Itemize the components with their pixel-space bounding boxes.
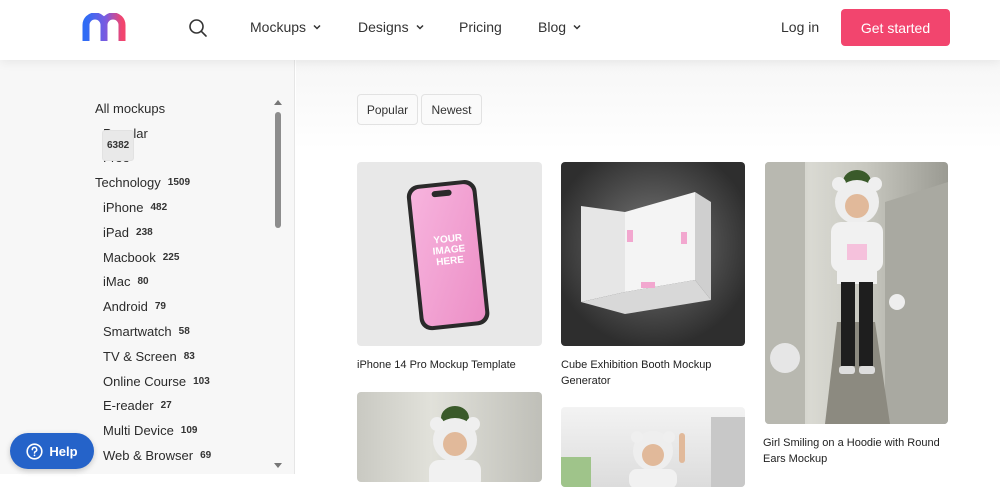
nav-pricing[interactable]: Pricing: [459, 19, 502, 35]
logo-icon[interactable]: [82, 13, 136, 41]
category-label: Smartwatch: [103, 324, 172, 340]
category-count: 109: [180, 425, 198, 437]
filter-newest-button[interactable]: Newest: [421, 94, 482, 125]
chevron-down-icon: [313, 24, 321, 30]
help-button[interactable]: Help: [10, 433, 94, 469]
card-hoodie-image-3[interactable]: [561, 407, 745, 487]
scroll-up-arrow-icon[interactable]: [274, 100, 282, 105]
category-label: Technology: [95, 175, 161, 191]
phone-screen-text: YOUR IMAGE HERE: [422, 231, 475, 269]
nav-mockups[interactable]: Mockups: [250, 19, 322, 35]
chevron-down-icon: [573, 24, 581, 30]
category-count: 58: [178, 326, 190, 338]
category-web-browser[interactable]: Web & Browser 69: [95, 443, 270, 468]
category-count: 482: [150, 202, 168, 214]
category-iphone[interactable]: iPhone 482: [95, 195, 270, 220]
category-count: 69: [200, 450, 212, 462]
category-android[interactable]: Android 79: [95, 294, 270, 319]
category-count: 79: [154, 301, 166, 313]
nav-mockups-label: Mockups: [250, 19, 307, 35]
category-count: 225: [162, 251, 180, 263]
question-circle-icon: [26, 442, 44, 460]
category-count: 1509: [167, 177, 191, 189]
category-ipad[interactable]: iPad 238: [95, 220, 270, 245]
category-label: iPhone: [103, 200, 144, 216]
category-online-course[interactable]: Online Course 103: [95, 369, 270, 394]
main-content: Popular Newest YOUR IMAGE HERE iPhone 14…: [296, 60, 1000, 487]
category-label: Web & Browser: [103, 448, 194, 464]
category-count: 103: [193, 375, 210, 387]
category-count: 238: [136, 226, 153, 238]
card-iphone-title[interactable]: iPhone 14 Pro Mockup Template: [357, 357, 542, 373]
category-count: 83: [183, 350, 195, 362]
category-label: Online Course: [103, 373, 187, 389]
category-imac[interactable]: iMac 80: [95, 270, 270, 295]
nav-blog[interactable]: Blog: [538, 19, 582, 35]
login-link[interactable]: Log in: [781, 19, 819, 35]
card-booth-title[interactable]: Cube Exhibition Booth Mockup Generator: [561, 357, 745, 389]
category-label: Macbook: [103, 249, 156, 265]
category-label: All mockups: [95, 100, 166, 116]
nav-designs[interactable]: Designs: [358, 19, 425, 35]
category-label: E-reader: [103, 398, 154, 414]
girl-hoodie-photo: [429, 406, 481, 482]
help-label: Help: [49, 443, 78, 459]
category-label: Android: [103, 299, 148, 315]
girl-hoodie-photo: [561, 417, 745, 487]
card-iphone-image[interactable]: YOUR IMAGE HERE: [357, 162, 542, 346]
sidebar-scrollbar[interactable]: [273, 100, 283, 474]
category-multi-device[interactable]: Multi Device 109: [95, 418, 270, 443]
card-hoodie-title[interactable]: Girl Smiling on a Hoodie with Round Ears…: [763, 435, 946, 467]
category-label: iPad: [103, 224, 130, 240]
search-icon[interactable]: [187, 17, 209, 39]
card-hoodie-image[interactable]: [765, 162, 948, 424]
category-sidebar: All mockups 6382 Popular Free Technology…: [0, 60, 295, 474]
category-label: iMac: [103, 274, 131, 290]
nav-blog-label: Blog: [538, 19, 567, 35]
category-list: All mockups 6382 Popular Free Technology…: [95, 96, 270, 468]
girl-hoodie-photo: [765, 162, 948, 424]
card-booth-image[interactable]: [561, 162, 745, 346]
category-count: 6382: [102, 130, 135, 161]
category-e-reader[interactable]: E-reader 27: [95, 394, 270, 419]
top-header: Mockups Designs Pricing Blog Log in Get …: [0, 0, 1000, 60]
card-hoodie-image-2[interactable]: [357, 392, 542, 482]
category-all-mockups[interactable]: All mockups 6382: [95, 96, 270, 161]
booth-illustration: [581, 192, 711, 314]
category-tv-screen[interactable]: TV & Screen 83: [95, 344, 270, 369]
category-count: 80: [137, 276, 149, 288]
scroll-down-arrow-icon[interactable]: [274, 463, 282, 468]
category-count: 27: [160, 400, 172, 412]
get-started-button[interactable]: Get started: [841, 9, 950, 46]
scrollbar-thumb[interactable]: [275, 112, 281, 228]
nav-designs-label: Designs: [358, 19, 409, 35]
category-macbook[interactable]: Macbook 225: [95, 245, 270, 270]
nav-pricing-label: Pricing: [459, 19, 502, 35]
category-label: TV & Screen: [103, 348, 177, 364]
filter-popular-button[interactable]: Popular: [357, 94, 418, 125]
chevron-down-icon: [416, 24, 424, 30]
category-label: Multi Device: [103, 423, 174, 439]
category-technology[interactable]: Technology 1509: [95, 170, 270, 195]
category-smartwatch[interactable]: Smartwatch 58: [95, 319, 270, 344]
